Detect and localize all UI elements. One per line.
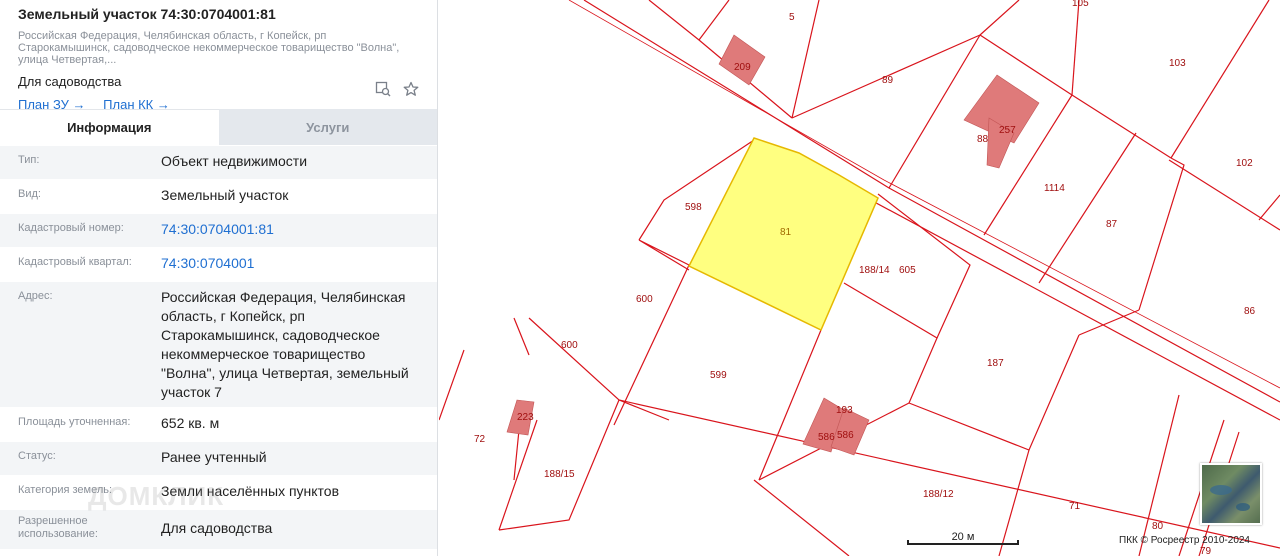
row-value: Земельный участок [161,187,289,203]
minimap-water [1236,503,1250,511]
tab-services[interactable]: Услуги [218,109,437,145]
row-value: Объект недвижимости [161,153,308,169]
parcel-label: 87 [1106,219,1118,230]
search-on-map-icon[interactable] [375,81,391,97]
cadastral-number-link[interactable]: 74:30:0704001:81 [161,214,419,247]
parcel-label: 80 [1152,521,1164,532]
address-short: Российская Федерация, Челябинская област… [18,30,400,66]
parcel-label: 187 [987,358,1004,369]
row-key: Категория земель: [18,484,113,496]
parcel-labels: 5 105 103 89 88 257 209 1114 102 87 598 … [474,0,1256,556]
row-key: Площадь уточненная: [18,416,131,428]
row-key: Адрес: [18,290,53,302]
row-land-category: Категория земель: Земли населённых пункт… [0,475,437,509]
parcel-label: 188/14 [859,265,890,276]
parcel-label: 103 [1169,58,1186,69]
parcel-label: 86 [1244,306,1256,317]
parcel-label: 605 [899,265,916,276]
plan-zu-link[interactable]: План ЗУ → [18,97,86,112]
parcel-label: 88 [977,134,989,145]
row-key: Вид: [18,188,41,200]
row-value: Ранее учтенный [161,449,267,465]
parcel-label: 188/12 [923,489,954,500]
building-209[interactable] [718,34,766,86]
parcel-label: 599 [710,370,727,381]
cadastral-map[interactable]: 5 105 103 89 88 257 209 1114 102 87 598 … [439,0,1280,556]
minimap-water [1210,485,1232,495]
parcel-label: 586 [818,432,835,443]
parcel-label: 71 [1069,501,1081,512]
plan-kk-link[interactable]: План КК → [103,97,170,112]
parcel-label: 188/15 [544,469,575,480]
parcel-label: 193 [836,405,853,416]
row-status: Статус: Ранее учтенный [0,441,437,475]
row-kind: Вид: Земельный участок [0,179,437,213]
cadastral-quarter-link[interactable]: 74:30:0704001 [161,248,419,281]
row-area: Площадь уточненная: 652 кв. м [0,407,437,441]
parcel-label: 600 [561,340,578,351]
parcel-label: 223 [517,412,534,423]
parcel-label: 257 [999,125,1016,136]
map-copyright: ПКК © Росреестр 2010-2024 [1119,535,1250,546]
parcel-label: 105 [1072,0,1089,9]
parcel-label: 102 [1236,158,1253,169]
row-key: Статус: [18,450,56,462]
map-scale: 20 м [907,531,1019,545]
parcel-title: Земельный участок 74:30:0704001:81 [18,6,276,22]
parcel-label: 600 [636,294,653,305]
row-cadastral-quarter: Кадастровый квартал: 74:30:0704001 [0,247,437,281]
parcel-label-selected: 81 [780,227,792,238]
panel-tabs: Информация Услуги [0,109,437,145]
parcel-label: 5 [789,12,795,23]
row-permitted-use: Разрешенное использование: Для садоводст… [0,509,437,549]
satellite-layer-toggle[interactable] [1200,463,1262,525]
info-table: Тип: Объект недвижимости Вид: Земельный … [0,145,437,549]
header-actions [375,81,419,97]
row-key: Кадастровый номер: [18,222,124,234]
parcel-purpose: Для садоводства [18,74,122,89]
row-value: Российская Федерация, Челябинская област… [161,289,409,400]
row-address: Адрес: Российская Федерация, Челябинская… [0,281,437,407]
panel-header: Земельный участок 74:30:0704001:81 Росси… [0,0,437,112]
row-key: Разрешенное использование: [18,515,98,540]
tab-information[interactable]: Информация [0,109,219,145]
row-value: 652 кв. м [161,415,220,431]
parcel-label: 89 [882,75,894,86]
scale-bar [907,540,1019,545]
parcel-label: 598 [685,202,702,213]
row-key: Тип: [18,154,40,166]
row-type: Тип: Объект недвижимости [0,145,437,179]
plan-links: План ЗУ → План КК → [18,97,419,112]
parcel-label: 79 [1200,546,1212,556]
row-value: Для садоводства [161,520,273,536]
parcel-label: 72 [474,434,486,445]
parcel-layer: 5 105 103 89 88 257 209 1114 102 87 598 … [439,0,1280,556]
parcel-label: 209 [734,62,751,73]
app: Земельный участок 74:30:0704001:81 Росси… [0,0,1280,556]
row-cadastral-number: Кадастровый номер: 74:30:0704001:81 [0,213,437,247]
info-panel: Земельный участок 74:30:0704001:81 Росси… [0,0,438,556]
row-key: Кадастровый квартал: [18,256,132,268]
parcel-label: 586 [837,430,854,441]
row-value: Земли населённых пунктов [161,483,340,499]
star-icon[interactable] [403,81,419,97]
parcel-label: 1114 [1044,183,1065,194]
